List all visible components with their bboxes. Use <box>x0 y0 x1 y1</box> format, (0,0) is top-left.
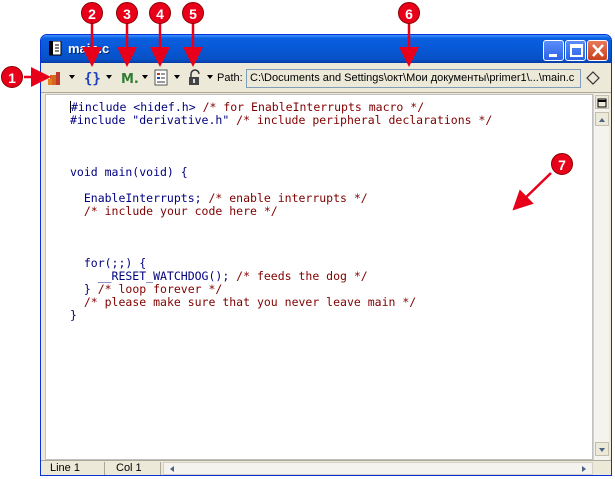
callout-arrow-7 <box>512 172 552 211</box>
callout-marker-1: 1 <box>1 66 23 88</box>
callout-marker-6: 6 <box>398 2 420 24</box>
callout-marker-7: 7 <box>551 153 573 175</box>
callout-arrows <box>24 23 552 211</box>
callout-marker-3: 3 <box>116 2 138 24</box>
callout-marker-4: 4 <box>149 2 171 24</box>
callout-marker-5: 5 <box>182 2 204 24</box>
callout-marker-2: 2 <box>81 2 103 24</box>
